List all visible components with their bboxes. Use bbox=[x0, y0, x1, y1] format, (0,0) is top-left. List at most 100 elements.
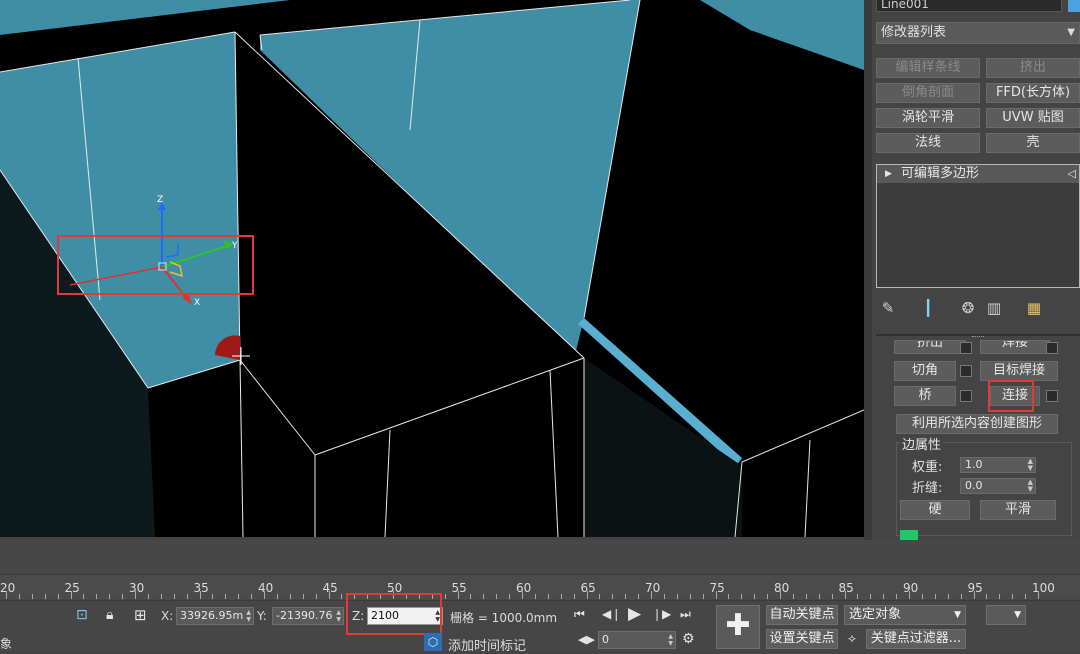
frame-value: 0 bbox=[602, 633, 609, 646]
ruler-tick bbox=[18, 594, 20, 599]
display-hard-edges-checkbox[interactable] bbox=[900, 530, 918, 540]
viewport-scene[interactable]: Z Y X bbox=[0, 0, 864, 537]
expand-triangle-icon[interactable]: ▶ bbox=[885, 165, 892, 183]
mod-btn-bevel-profile[interactable]: 倒角剖面 bbox=[876, 83, 980, 103]
key-filters-button[interactable]: 关键点过滤器... bbox=[866, 629, 966, 649]
object-name-field[interactable]: Line001 bbox=[876, 0, 1062, 12]
spinner-arrows-icon[interactable]: ▲ ▼ bbox=[1028, 458, 1033, 472]
edge-btn-weld[interactable]: 焊接 bbox=[980, 340, 1050, 354]
object-color-swatch[interactable] bbox=[1068, 0, 1080, 12]
create-shape-from-selection-button[interactable]: 利用所选内容创建图形 bbox=[896, 414, 1058, 434]
crease-label: 折缝: bbox=[912, 481, 943, 496]
mod-btn-uvw-map[interactable]: UVW 贴图 bbox=[986, 108, 1080, 128]
weight-value: 1.0 bbox=[965, 458, 983, 471]
ruler-tick bbox=[728, 594, 730, 599]
ruler-tick bbox=[921, 594, 923, 599]
ruler-tick-label: 90 bbox=[903, 581, 919, 595]
ruler-tick bbox=[186, 594, 188, 599]
x-coordinate-field[interactable]: 33926.95m ▲ ▼ bbox=[176, 607, 254, 625]
ruler-tick bbox=[870, 594, 872, 599]
ruler-tick bbox=[831, 594, 833, 599]
modifier-list-dropdown[interactable]: 修改器列表 ▼ bbox=[876, 22, 1080, 44]
y-coordinate-field[interactable]: -21390.76 ▲ ▼ bbox=[272, 607, 344, 625]
isolate-selection-icon[interactable]: ⊡ bbox=[76, 607, 88, 623]
gizmo-label-z: Z bbox=[157, 195, 163, 205]
edge-btn-chamfer[interactable]: 切角 bbox=[894, 361, 956, 381]
next-frame-icon[interactable]: ❘▶ bbox=[652, 607, 671, 621]
weld-settings-box[interactable] bbox=[1046, 342, 1058, 354]
bridge-settings-box[interactable] bbox=[960, 390, 972, 402]
auto-key-button[interactable]: 自动关键点 bbox=[766, 605, 838, 625]
previous-frame-icon[interactable]: ◀❘ bbox=[602, 607, 621, 621]
ruler-tick bbox=[896, 594, 898, 599]
smooth-button[interactable]: 平滑 bbox=[980, 500, 1056, 520]
play-icon[interactable]: ▶ bbox=[628, 604, 641, 624]
ruler-tick bbox=[31, 594, 33, 599]
ruler-tick bbox=[83, 594, 85, 599]
ruler-tick bbox=[96, 594, 98, 599]
mod-btn-normal[interactable]: 法线 bbox=[876, 133, 980, 153]
edge-btn-bridge[interactable]: 桥 bbox=[894, 386, 956, 406]
ruler-tick-label: 75 bbox=[709, 581, 725, 595]
spinner-arrows-icon[interactable]: ▲ ▼ bbox=[246, 609, 251, 623]
y-label: Y: bbox=[257, 609, 267, 623]
mod-btn-turbosmooth[interactable]: 涡轮平滑 bbox=[876, 108, 980, 128]
modifier-stack[interactable]: ▶ 可编辑多边形 ◁ bbox=[876, 164, 1080, 288]
go-to-end-icon[interactable]: ⏭ bbox=[680, 607, 691, 622]
ruler-tick bbox=[844, 591, 846, 599]
ruler-tick bbox=[496, 594, 498, 599]
chevron-down-icon: ▼ bbox=[954, 610, 961, 620]
spinner-arrows-icon[interactable]: ▲ ▼ bbox=[668, 633, 673, 647]
time-config-icon[interactable]: ⚙ bbox=[682, 631, 695, 647]
set-key-button[interactable]: 设置关键点 bbox=[766, 629, 838, 649]
key-mode-icon[interactable]: ◀▶ bbox=[578, 633, 595, 646]
mod-btn-extrude[interactable]: 挤出 bbox=[986, 58, 1080, 78]
edge-btn-extrude[interactable]: 挤出 bbox=[894, 340, 966, 354]
status-prompt-text: 象 bbox=[0, 637, 13, 651]
modifier-list-label: 修改器列表 bbox=[881, 25, 947, 40]
lock-icon[interactable]: 🔒︎ bbox=[106, 607, 113, 623]
crease-spinner[interactable]: 0.0 ▲ ▼ bbox=[960, 478, 1036, 494]
add-time-tag-link[interactable]: 添加时间标记 bbox=[448, 635, 526, 654]
edge-btn-target-weld[interactable]: 目标焊接 bbox=[980, 361, 1058, 381]
show-end-result-icon[interactable]: ┃ bbox=[918, 298, 938, 318]
extra-dropdown[interactable]: ▼ bbox=[986, 605, 1026, 625]
key-filter-icon[interactable]: ⟡ bbox=[848, 631, 856, 646]
current-frame-field[interactable]: 0 ▲ ▼ bbox=[598, 631, 676, 649]
ruler-tick-label: 80 bbox=[774, 581, 790, 595]
absolute-mode-icon[interactable]: ⊞ bbox=[134, 606, 147, 624]
mod-btn-ffd-box[interactable]: FFD(长方体) bbox=[986, 83, 1080, 103]
set-key-big-button[interactable]: ✚ bbox=[716, 605, 760, 649]
hard-button[interactable]: 硬 bbox=[900, 500, 970, 520]
stack-item-editable-poly[interactable]: ▶ 可编辑多边形 ◁ bbox=[877, 165, 1079, 183]
spinner-arrows-icon[interactable]: ▲ ▼ bbox=[1028, 479, 1033, 493]
mod-btn-edit-spline[interactable]: 编辑样条线 bbox=[876, 58, 980, 78]
ruler-tick bbox=[212, 594, 214, 599]
ruler-tick bbox=[457, 591, 459, 599]
connect-settings-box[interactable] bbox=[1046, 390, 1058, 402]
ruler-tick bbox=[251, 594, 253, 599]
make-unique-icon[interactable]: ❂ bbox=[958, 298, 978, 318]
ruler-tick bbox=[1012, 594, 1014, 599]
ruler-tick bbox=[57, 594, 59, 599]
pin-stack-icon[interactable]: ✎ bbox=[878, 298, 898, 318]
ruler-tick bbox=[328, 591, 330, 599]
weight-spinner[interactable]: 1.0 ▲ ▼ bbox=[960, 457, 1036, 473]
configure-sets-icon[interactable]: ▦ bbox=[1024, 298, 1044, 318]
spinner-arrows-icon[interactable]: ▲ ▼ bbox=[336, 609, 341, 623]
ruler-tick bbox=[122, 594, 124, 599]
mod-btn-shell[interactable]: 壳 bbox=[986, 133, 1080, 153]
go-to-start-icon[interactable]: ⏮ bbox=[574, 607, 585, 622]
selected-object-label: 选定对象 bbox=[849, 607, 902, 622]
extrude-settings-box[interactable] bbox=[960, 342, 972, 354]
time-tag-icon[interactable]: ⬡ bbox=[424, 633, 442, 651]
remove-modifier-icon[interactable]: ▥ bbox=[984, 298, 1004, 318]
ruler-tick bbox=[238, 594, 240, 599]
timeline-ruler[interactable]: 20 25 30 35 40 45 50 55 60 65 70 75 80 85 90 95 100 bbox=[0, 574, 1080, 599]
selection-set-dropdown[interactable]: 选定对象 ▼ bbox=[844, 605, 966, 625]
perspective-viewport[interactable]: Z Y X bbox=[0, 0, 864, 537]
chamfer-settings-box[interactable] bbox=[960, 365, 972, 377]
ruler-tick bbox=[534, 594, 536, 599]
ruler-tick bbox=[573, 594, 575, 599]
ruler-tick bbox=[780, 591, 781, 599]
